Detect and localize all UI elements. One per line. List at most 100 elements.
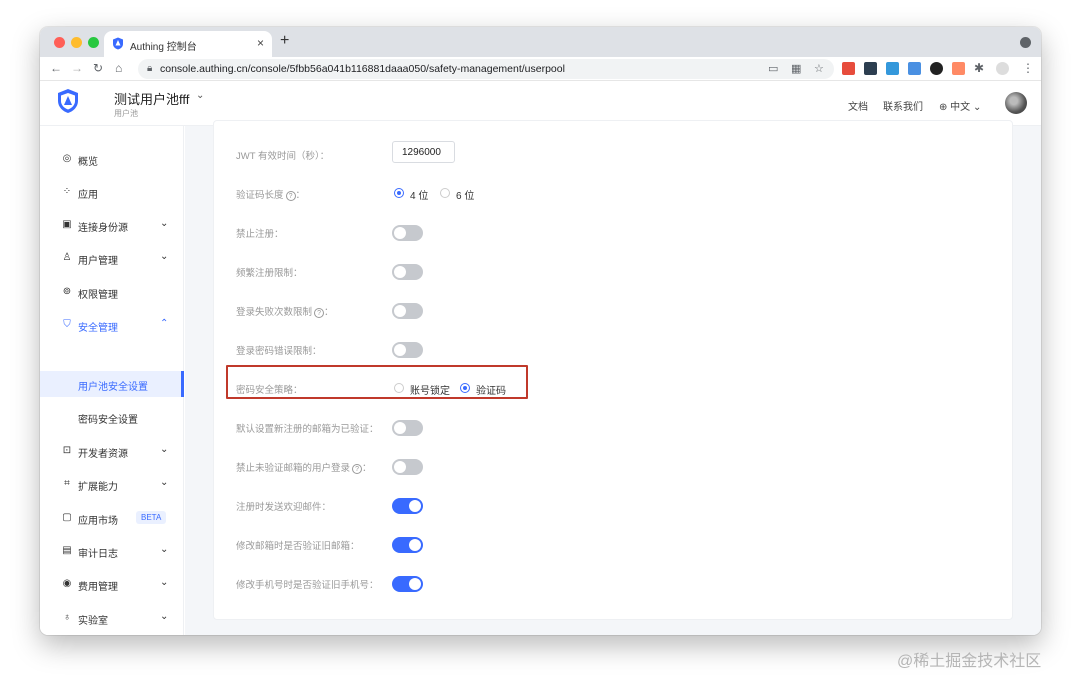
home-icon[interactable]: ⌂	[115, 61, 122, 75]
code-length-4-radio[interactable]	[394, 188, 404, 198]
disable-register-toggle[interactable]	[392, 225, 423, 241]
sidebar-subitem-userpool-security[interactable]: 用户池安全设置	[40, 371, 184, 397]
minimize-window-button[interactable]	[71, 37, 82, 48]
globe-icon: ⊕	[939, 102, 948, 113]
sidebar-item-label: 概览	[78, 157, 98, 168]
sidebar-item-label: 实验室	[78, 616, 108, 627]
sidebar-item-marketplace[interactable]: ▢ 应用市场 BETA	[40, 505, 184, 531]
marketplace-icon: ▢	[62, 512, 72, 523]
code-length-6-label[interactable]: 6 位	[456, 187, 474, 202]
lock-icon: 🔒︎	[147, 63, 153, 74]
block-unverified-toggle[interactable]	[392, 459, 423, 475]
verify-old-phone-toggle[interactable]	[392, 576, 423, 592]
cast-icon[interactable]: ▭	[768, 62, 778, 75]
avatar[interactable]	[1005, 92, 1027, 114]
sidebar-item-developer[interactable]: ⊡ 开发者资源 ⌄	[40, 438, 184, 464]
help-icon[interactable]: ?	[285, 191, 296, 201]
sidebar-item-apps[interactable]: ⁘ 应用	[40, 179, 184, 205]
jwt-expiry-input[interactable]: 1296000	[392, 141, 455, 163]
email-verified-label: 默认设置新注册的邮箱为已验证：	[236, 424, 379, 435]
extension-octo-icon[interactable]	[930, 62, 943, 75]
block-unverified-label: 禁止未验证邮箱的用户登录?：	[236, 463, 372, 474]
browser-toolbar: ← → ↻ ⌂ 🔒︎ console.authing.cn/console/5f…	[40, 57, 1041, 81]
back-icon[interactable]: ←	[50, 61, 62, 75]
welcome-email-label: 注册时发送欢迎邮件：	[236, 502, 332, 513]
shield-icon: ⛉	[63, 319, 71, 330]
tab-strip: Authing 控制台 × +	[40, 27, 1041, 57]
code-length-label: 验证码长度?：	[236, 190, 306, 201]
extensions-puzzle-icon[interactable]: ✱	[974, 61, 984, 75]
maximize-window-button[interactable]	[88, 37, 99, 48]
apps-icon: ⁘	[62, 186, 72, 197]
user-avatar-icon[interactable]	[996, 62, 1009, 75]
account-lock-radio[interactable]	[394, 383, 404, 393]
frequent-register-label: 频繁注册限制：	[236, 268, 303, 279]
password-error-toggle[interactable]	[392, 342, 423, 358]
tab-close-icon[interactable]: ×	[257, 36, 264, 50]
chevron-down-icon: ⌄	[160, 251, 169, 262]
sidebar-item-extensions[interactable]: ⌗ 扩展能力 ⌄	[40, 471, 184, 497]
sidebar-item-label: 用户管理	[78, 256, 118, 267]
password-error-label: 登录密码错误限制：	[236, 346, 322, 357]
extension-tree-icon[interactable]	[952, 62, 965, 75]
extension-fe-icon[interactable]	[842, 62, 855, 75]
docs-link[interactable]: 文档	[848, 98, 868, 113]
password-policy-label: 密码安全策略：	[236, 385, 303, 396]
verify-old-email-toggle[interactable]	[392, 537, 423, 553]
sidebar-item-label: 权限管理	[78, 290, 118, 301]
bookmark-star-icon[interactable]: ☆	[814, 62, 824, 75]
close-window-button[interactable]	[54, 37, 65, 48]
address-bar[interactable]: 🔒︎ console.authing.cn/console/5fbb56a041…	[138, 59, 834, 79]
sidebar-item-identity-sources[interactable]: ▣ 连接身份源 ⌄	[40, 212, 184, 238]
code-icon: ⊡	[62, 445, 72, 456]
email-verified-toggle[interactable]	[392, 420, 423, 436]
sidebar-item-security[interactable]: ⛉ 安全管理 ⌃	[40, 312, 184, 338]
welcome-email-toggle[interactable]	[392, 498, 423, 514]
sidebar-item-audit-log[interactable]: ▤ 审计日志 ⌄	[40, 538, 184, 564]
chevron-down-icon: ⌄	[972, 102, 982, 113]
frequent-register-toggle[interactable]	[392, 264, 423, 280]
authing-logo-icon[interactable]	[57, 88, 79, 114]
browser-tab[interactable]: Authing 控制台 ×	[104, 31, 272, 57]
language-switcher[interactable]: ⊕ 中文 ⌄	[939, 98, 981, 113]
sidebar-item-label: 应用市场	[78, 516, 118, 527]
captcha-label[interactable]: 验证码	[476, 382, 506, 397]
watermark: @稀土掘金技术社区	[897, 653, 1042, 670]
account-lock-label[interactable]: 账号锁定	[410, 382, 450, 397]
extension-icon: ⌗	[64, 478, 70, 489]
code-length-6-radio[interactable]	[440, 188, 450, 198]
billing-icon: ◉	[62, 578, 72, 589]
sidebar-item-label: 开发者资源	[78, 449, 128, 460]
sidebar-item-overview[interactable]: ◎ 概览	[40, 146, 184, 172]
block-unverified-label-text: 禁止未验证邮箱的用户登录	[236, 463, 351, 474]
permission-icon: ⊚	[62, 286, 72, 297]
sidebar-item-billing[interactable]: ◉ 费用管理 ⌄	[40, 571, 184, 597]
code-length-label-text: 验证码长度	[236, 190, 284, 201]
sidebar-item-users[interactable]: ♙ 用户管理 ⌄	[40, 245, 184, 271]
forward-icon[interactable]: →	[71, 61, 83, 75]
login-fail-toggle[interactable]	[392, 303, 423, 319]
chevron-down-icon: ⌄	[160, 218, 169, 229]
new-tab-icon[interactable]: +	[280, 32, 289, 50]
beta-badge: BETA	[136, 511, 167, 524]
chevron-down-icon[interactable]: ⌄	[196, 90, 204, 101]
sidebar-item-lab[interactable]: ♁ 实验室 ⌄	[40, 605, 184, 631]
verify-old-email-label: 修改邮箱时是否验证旧邮箱：	[236, 541, 360, 552]
sidebar-item-permissions[interactable]: ⊚ 权限管理	[40, 279, 184, 305]
captcha-radio[interactable]	[460, 383, 470, 393]
extension-grid-icon[interactable]	[886, 62, 899, 75]
chevron-down-icon: ⌄	[160, 544, 169, 555]
reload-icon[interactable]: ↻	[93, 61, 103, 75]
profile-icon[interactable]	[1020, 37, 1031, 48]
dashboard-icon: ◎	[62, 153, 72, 164]
menu-dots-icon[interactable]: ⋮	[1022, 61, 1034, 75]
sidebar-subitem-password-security[interactable]: 密码安全设置	[40, 404, 184, 430]
help-icon[interactable]: ?	[352, 464, 363, 474]
extension-translate-icon[interactable]	[908, 62, 921, 75]
qr-icon[interactable]: ▦	[791, 62, 801, 75]
extension-react-icon[interactable]	[864, 62, 877, 75]
code-length-4-label[interactable]: 4 位	[410, 187, 428, 202]
contact-link[interactable]: 联系我们	[883, 98, 923, 113]
help-icon[interactable]: ?	[314, 308, 325, 318]
userpool-name[interactable]: 测试用户池fff	[114, 89, 189, 108]
